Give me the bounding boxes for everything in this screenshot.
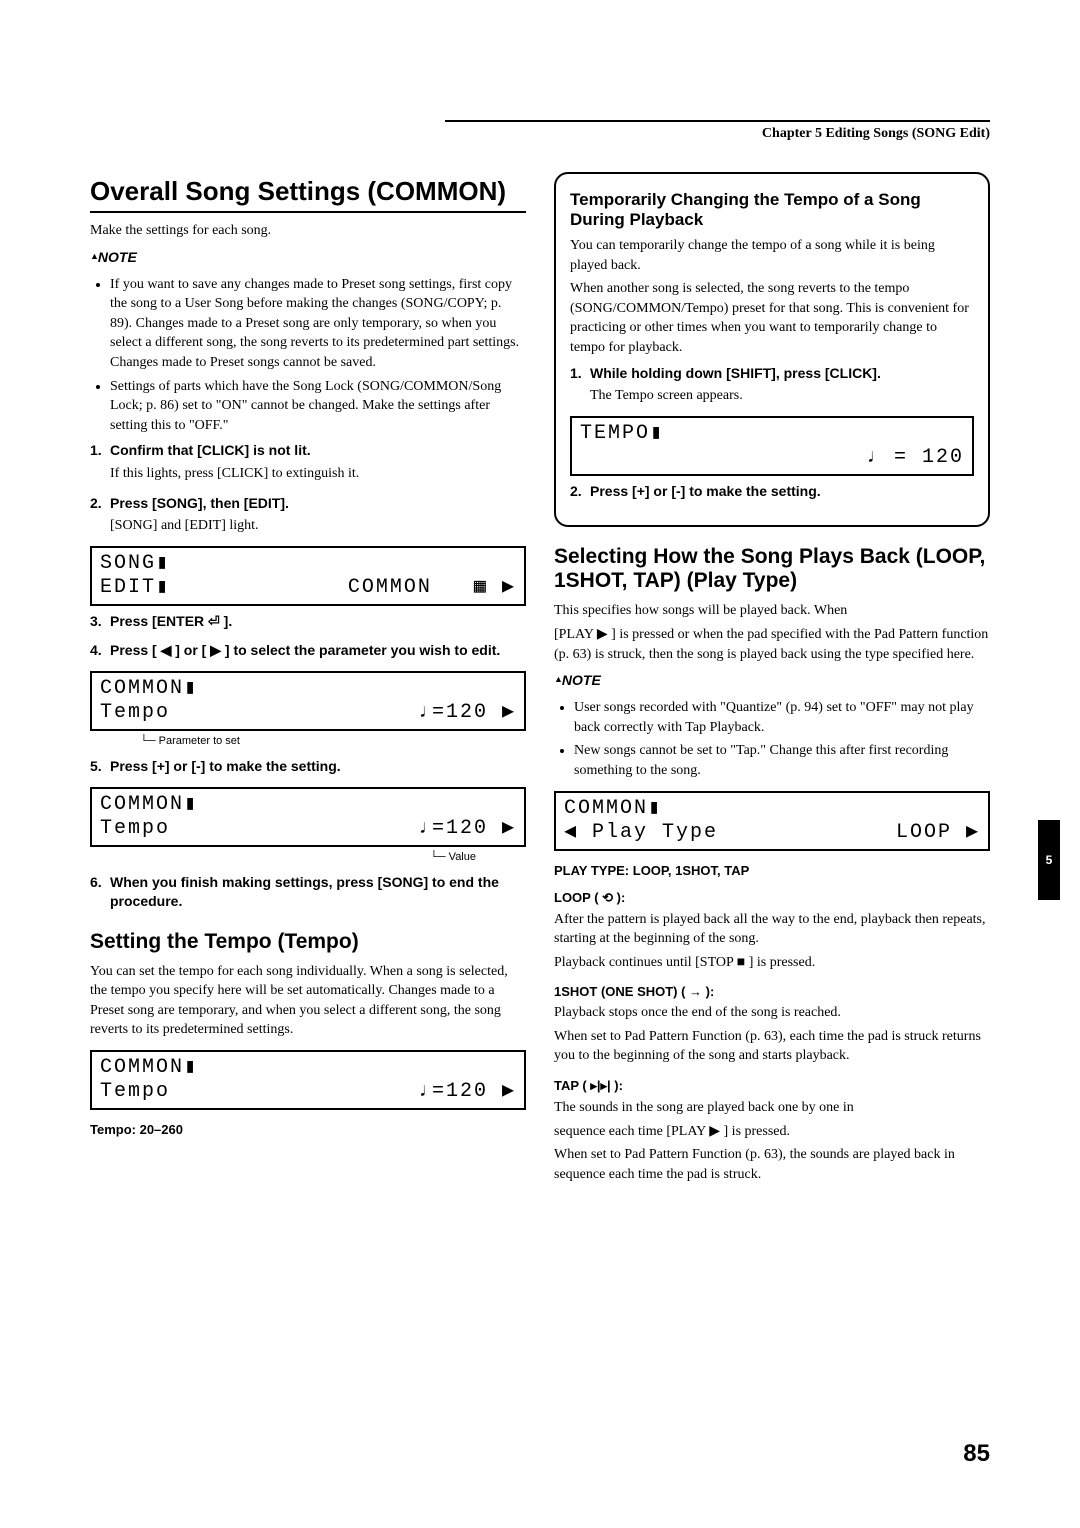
box-p2: When another song is selected, the song …: [570, 279, 974, 357]
step-number: 3.: [90, 612, 102, 632]
step-title: While holding down [SHIFT], press [CLICK…: [590, 364, 974, 384]
step-5: 5. Press [+] or [-] to make the setting.: [90, 757, 526, 777]
steps-list-cont: 3. Press [ENTER ⏎ ]. 4. Press [ ◀ ] or […: [90, 612, 526, 661]
step-title: Press [ ◀ ] or [ ▶ ] to select the param…: [110, 641, 526, 661]
step-title: Press [SONG], then [EDIT].: [110, 494, 526, 514]
heading-playtype: Selecting How the Song Plays Back (LOOP,…: [554, 545, 990, 593]
playtype-p2: [PLAY ▶ ] is pressed or when the pad spe…: [554, 625, 990, 664]
box-p1: You can temporarily change the tempo of …: [570, 236, 974, 275]
lcd-playtype: COMMON▮ ◀ Play Type LOOP ▶: [554, 791, 990, 851]
tempo-paragraph: You can set the tempo for each song indi…: [90, 962, 526, 1040]
lcd-common-value: COMMON▮ Tempo ♩=120 ▶: [90, 787, 526, 847]
note-list: If you want to save any changes made to …: [90, 275, 526, 436]
tap-text1: The sounds in the song are played back o…: [554, 1098, 990, 1118]
lcd-line2-right: ♩=120 ▶: [418, 1080, 516, 1104]
steps-list-cont2: 5. Press [+] or [-] to make the setting.: [90, 757, 526, 777]
tap-label: TAP ( ▸|▸| ):: [554, 1078, 990, 1094]
note-item: If you want to save any changes made to …: [110, 275, 526, 373]
intro-text: Make the settings for each song.: [90, 221, 526, 241]
annotation-value: Value: [90, 851, 526, 863]
chapter-tab: 5: [1038, 820, 1060, 900]
step-3: 3. Press [ENTER ⏎ ].: [90, 612, 526, 632]
lcd-common-tempo: COMMON▮ Tempo ♩=120 ▶: [90, 1050, 526, 1110]
loop-label: LOOP ( ⟲ ):: [554, 890, 990, 906]
lcd-line2-right: LOOP ▶: [896, 821, 980, 845]
tempo-change-box: Temporarily Changing the Tempo of a Song…: [554, 172, 990, 527]
step-number: 6.: [90, 873, 102, 893]
step-title: When you finish making settings, press […: [110, 873, 526, 912]
box-step-1: 1. While holding down [SHIFT], press [CL…: [570, 364, 974, 406]
note-item: User songs recorded with "Quantize" (p. …: [574, 698, 990, 737]
loop-text1: After the pattern is played back all the…: [554, 910, 990, 949]
step-number: 1.: [90, 441, 102, 461]
chapter-title: Chapter 5 Editing Songs (SONG Edit): [762, 126, 990, 142]
heading-common: Overall Song Settings (COMMON): [90, 176, 526, 213]
step-number: 2.: [570, 482, 582, 502]
step-body: If this lights, press [CLICK] to extingu…: [110, 464, 526, 484]
oneshot-label: 1SHOT (ONE SHOT) ( → ):: [554, 984, 990, 999]
right-column: Temporarily Changing the Tempo of a Song…: [554, 172, 990, 1188]
box-steps: 1. While holding down [SHIFT], press [CL…: [570, 364, 974, 406]
step-4: 4. Press [ ◀ ] or [ ▶ ] to select the pa…: [90, 641, 526, 661]
step-title: Press [+] or [-] to make the setting.: [110, 757, 526, 777]
tap-text2: sequence each time [PLAY ▶ ] is pressed.: [554, 1122, 990, 1142]
lcd-line2-left: EDIT▮: [100, 576, 170, 600]
step-number: 1.: [570, 364, 582, 384]
heading-tempo: Setting the Tempo (Tempo): [90, 930, 526, 954]
playtype-p1: This specifies how songs will be played …: [554, 601, 990, 621]
note-icon: NOTE: [90, 245, 526, 269]
lcd-line1-left: COMMON▮: [564, 797, 662, 821]
left-column: Overall Song Settings (COMMON) Make the …: [90, 172, 526, 1188]
step-number: 4.: [90, 641, 102, 661]
lcd-line2-right: ♩=120 ▶: [418, 817, 516, 841]
note-item: Settings of parts which have the Song Lo…: [110, 377, 526, 436]
step-title: Confirm that [CLICK] is not lit.: [110, 441, 526, 461]
step-1: 1. Confirm that [CLICK] is not lit. If t…: [90, 441, 526, 483]
tap-text3: When set to Pad Pattern Function (p. 63)…: [554, 1145, 990, 1184]
box-steps-cont: 2. Press [+] or [-] to make the setting.: [570, 482, 974, 502]
lcd-tempo: TEMPO▮ ♩ = 120: [570, 416, 974, 476]
lcd-line2-left: Tempo: [100, 817, 170, 841]
lcd-line2-right: COMMON ▦ ▶: [348, 576, 516, 600]
loop-text2: Playback continues until [STOP ■ ] is pr…: [554, 953, 990, 973]
step-number: 2.: [90, 494, 102, 514]
lcd-line1-left: COMMON▮: [100, 677, 198, 701]
lcd-line2-left: Tempo: [100, 1080, 170, 1104]
lcd-line1-left: COMMON▮: [100, 1056, 198, 1080]
note-item: New songs cannot be set to "Tap." Change…: [574, 741, 990, 780]
lcd-line2-right: ♩ = 120: [866, 446, 964, 470]
annotation-parameter: Parameter to set: [90, 735, 526, 747]
oneshot-text2: When set to Pad Pattern Function (p. 63)…: [554, 1027, 990, 1066]
lcd-line2-left: ◀ Play Type: [564, 821, 718, 845]
step-6: 6. When you finish making settings, pres…: [90, 873, 526, 912]
note-icon: NOTE: [554, 668, 990, 692]
tempo-range: Tempo: 20–260: [90, 1122, 526, 1137]
step-body: [SONG] and [EDIT] light.: [110, 516, 526, 536]
lcd-line1-left: TEMPO▮: [580, 422, 664, 446]
lcd-line2-left: Tempo: [100, 701, 170, 725]
page-number: 85: [963, 1440, 990, 1468]
chapter-header: Chapter 5 Editing Songs (SONG Edit): [445, 120, 990, 142]
step-body: The Tempo screen appears.: [590, 386, 974, 406]
step-number: 5.: [90, 757, 102, 777]
steps-list-cont3: 6. When you finish making settings, pres…: [90, 873, 526, 912]
oneshot-text1: Playback stops once the end of the song …: [554, 1003, 990, 1023]
step-2: 2. Press [SONG], then [EDIT]. [SONG] and…: [90, 494, 526, 536]
box-step-2: 2. Press [+] or [-] to make the setting.: [570, 482, 974, 502]
lcd-common-param: COMMON▮ Tempo ♩=120 ▶: [90, 671, 526, 731]
playtype-subhead: PLAY TYPE: LOOP, 1SHOT, TAP: [554, 863, 990, 878]
lcd-line2-right: ♩=120 ▶: [418, 701, 516, 725]
note-list-right: User songs recorded with "Quantize" (p. …: [554, 698, 990, 780]
lcd-line1-left: SONG▮: [100, 552, 170, 576]
steps-list: 1. Confirm that [CLICK] is not lit. If t…: [90, 441, 526, 535]
step-title: Press [ENTER ⏎ ].: [110, 612, 526, 632]
lcd-song-edit: SONG▮ EDIT▮ COMMON ▦ ▶: [90, 546, 526, 606]
box-heading: Temporarily Changing the Tempo of a Song…: [570, 190, 974, 230]
step-title: Press [+] or [-] to make the setting.: [590, 482, 974, 502]
lcd-line1-left: COMMON▮: [100, 793, 198, 817]
